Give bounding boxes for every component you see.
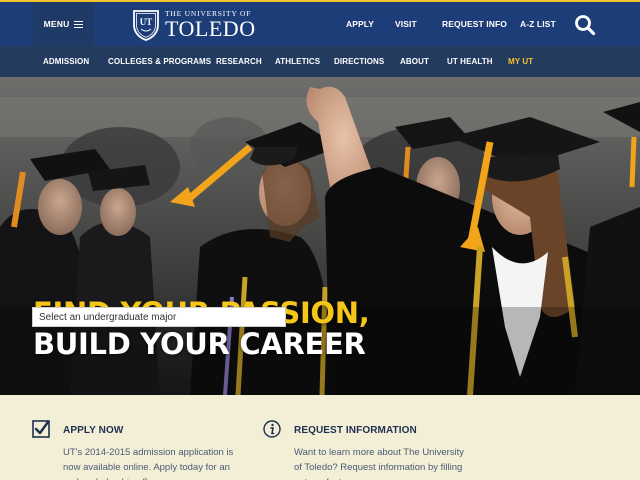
info-icon	[263, 420, 281, 438]
logo-line2: TOLEDO	[165, 16, 256, 42]
nav-item-directions[interactable]: DIRECTIONS	[334, 46, 384, 77]
nav-item-colleges-programs[interactable]: COLLEGES & PROGRAMS	[108, 46, 211, 77]
menu-button[interactable]: MENU	[33, 2, 94, 46]
utility-link-az-list[interactable]: A-Z LIST	[520, 2, 556, 46]
top-bar: MENU UT THE UNIVERSITY OF TOLEDO APPLY V…	[0, 0, 640, 46]
nav-item-about[interactable]: ABOUT	[400, 46, 429, 77]
request-info-body: Want to learn more about The University …	[294, 447, 465, 480]
hero-banner: FIND YOUR PASSION, BUILD YOUR CAREER	[0, 77, 640, 395]
shield-text: UT	[140, 17, 153, 27]
headline-line2: BUILD YOUR CAREER	[33, 327, 366, 361]
hamburger-icon	[74, 20, 84, 29]
logo-text: THE UNIVERSITY OF TOLEDO	[165, 10, 256, 41]
utility-link-visit[interactable]: VISIT	[395, 2, 417, 46]
checkbox-icon	[32, 420, 50, 438]
nav-item-my-ut[interactable]: MY UT	[508, 46, 533, 77]
university-logo[interactable]: UT THE UNIVERSITY OF TOLEDO	[132, 8, 256, 42]
utility-link-apply[interactable]: APPLY	[346, 2, 374, 46]
menu-label: MENU	[43, 19, 70, 29]
request-info-title[interactable]: REQUEST INFORMATION	[294, 425, 417, 436]
apply-now-body: UT's 2014-2015 admission application is …	[63, 447, 234, 480]
nav-item-admission[interactable]: ADMISSION	[43, 46, 89, 77]
nav-item-athletics[interactable]: ATHLETICS	[275, 46, 320, 77]
main-nav: ADMISSION COLLEGES & PROGRAMS RESEARCH A…	[0, 46, 640, 77]
nav-item-research[interactable]: RESEARCH	[216, 46, 262, 77]
major-select-value: Select an undergraduate major	[39, 311, 177, 323]
nav-item-ut-health[interactable]: UT HEALTH	[447, 46, 493, 77]
shield-icon: UT	[133, 10, 159, 41]
info-section: APPLY NOW UT's 2014-2015 admission appli…	[0, 395, 640, 480]
search-icon[interactable]	[574, 14, 596, 36]
utility-link-request-info[interactable]: REQUEST INFO	[442, 2, 507, 46]
major-select[interactable]: Select an undergraduate major	[32, 307, 286, 327]
apply-now-title[interactable]: APPLY NOW	[63, 425, 123, 436]
